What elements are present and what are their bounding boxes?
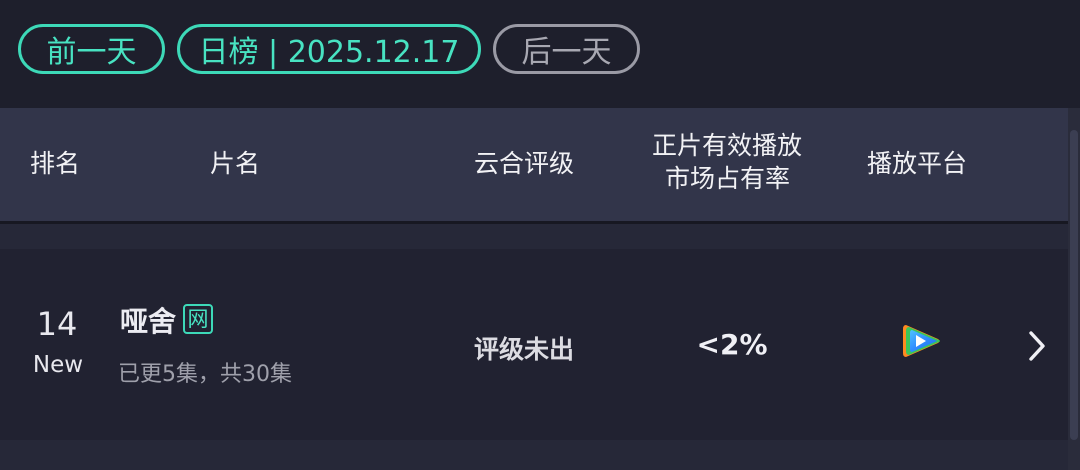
header-rating: 云合评级 xyxy=(474,149,575,178)
next-day-button[interactable]: 后一天 xyxy=(493,24,640,74)
chevron-right-icon[interactable] xyxy=(1026,329,1048,363)
tencent-video-icon[interactable] xyxy=(900,323,942,359)
header-market-share-line1: 正片有效播放 xyxy=(652,131,803,160)
rating-value: 评级未出 xyxy=(474,335,575,364)
header-title: 片名 xyxy=(210,149,261,178)
rank-status-badge: New xyxy=(32,352,84,378)
row-separator-bottom xyxy=(0,440,1068,470)
top-bar: 前一天 日榜 | 2025.12.17 后一天 xyxy=(0,0,1080,108)
row-separator xyxy=(0,224,1068,249)
header-market-share-line2: 市场占有率 xyxy=(665,164,791,193)
web-series-badge: 网 xyxy=(183,304,213,334)
table-header: 排名 片名 云合评级 正片有效播放 市场占有率 播放平台 xyxy=(0,108,1068,221)
prev-day-button[interactable]: 前一天 xyxy=(18,24,165,74)
episode-progress: 已更5集，共30集 xyxy=(118,362,292,387)
header-platform: 播放平台 xyxy=(867,149,968,178)
header-rank: 排名 xyxy=(30,149,81,178)
market-share-value: <2% xyxy=(696,328,768,361)
rank-number: 14 xyxy=(36,305,78,343)
show-title[interactable]: 哑舍 xyxy=(120,300,176,340)
date-selector-button[interactable]: 日榜 | 2025.12.17 xyxy=(177,24,481,74)
scrollbar-thumb[interactable] xyxy=(1070,130,1078,440)
